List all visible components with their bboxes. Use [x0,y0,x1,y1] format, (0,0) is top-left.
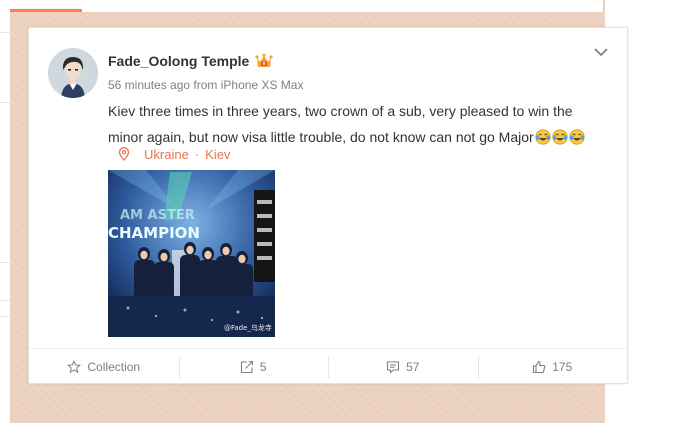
left-sidebar-edge [0,0,10,423]
collection-button[interactable]: Collection [29,349,179,385]
thumbs-up-icon [533,360,546,374]
collection-label: Collection [87,360,141,374]
location-link[interactable]: Ukraine · Kiev [118,145,230,163]
action-bar: Collection 5 57 175 [29,348,627,385]
divider [0,262,10,263]
chevron-down-icon[interactable] [593,45,609,59]
post-body: Kiev three times in three years, two cro… [108,103,573,145]
source-device[interactable]: iPhone XS Max [221,78,304,92]
post-meta: 56 minutes ago from iPhone XS Max [108,78,303,92]
username[interactable]: Fade_Oolong Temple [108,53,249,69]
avatar-image [48,48,98,98]
laugh-cry-emoji [535,129,551,145]
divider [0,300,10,301]
comment-button[interactable]: 57 [328,349,478,385]
svg-text:AM ASTER: AM ASTER [120,208,195,223]
location-pin-icon [118,147,130,161]
post-card: Fade_Oolong Temple V 56 minutes ago from… [28,27,628,384]
like-count: 175 [552,360,573,374]
team-photo: AM ASTER CHAMPION @Fade_乌龙寺 [108,170,275,337]
top-tab-bar [10,0,603,12]
active-tab-indicator [10,9,82,12]
divider [0,102,10,103]
star-icon [67,360,82,374]
comment-count: 57 [406,360,420,374]
divider [0,316,10,317]
location-city: Kiev [205,146,231,162]
timestamp[interactable]: 56 minutes ago [108,78,190,92]
repost-icon [240,360,253,374]
divider [0,32,10,33]
post-text: Kiev three times in three years, two cro… [108,98,608,150]
image-watermark: @Fade_乌龙寺 [224,323,272,332]
emoji-group [534,129,585,145]
post-image[interactable]: AM ASTER CHAMPION @Fade_乌龙寺 [108,170,275,337]
location-country: Ukraine [144,146,189,162]
source-prefix: from [193,78,218,92]
laugh-cry-emoji [552,129,568,145]
banner-text: CHAMPION [108,224,200,242]
repost-count: 5 [259,360,267,374]
like-button[interactable]: 175 [477,349,628,385]
avatar[interactable] [48,48,98,98]
comment-icon [387,361,400,374]
location-separator: · [194,146,200,162]
repost-button[interactable]: 5 [178,349,329,385]
laugh-cry-emoji [569,129,585,145]
vip-crown-icon[interactable]: V [255,53,273,69]
